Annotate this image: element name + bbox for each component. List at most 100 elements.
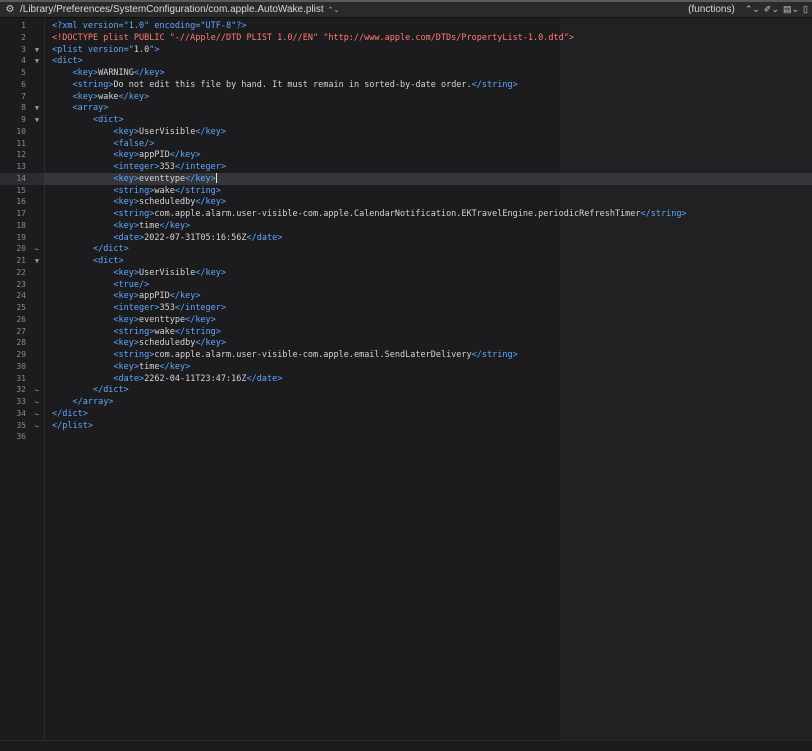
code-line[interactable]: </dict>: [52, 384, 129, 396]
code-line[interactable]: <string>wake</string>: [52, 185, 221, 197]
code-line[interactable]: <string>com.apple.alarm.user-visible-com…: [52, 208, 686, 220]
code-line[interactable]: <key>UserVisible</key>: [52, 126, 226, 138]
code-line[interactable]: </dict>: [52, 408, 88, 420]
xml-tag: </dict>: [92, 385, 129, 396]
xml-tag: <key>: [113, 314, 140, 325]
code-text: scheduledby: [139, 338, 196, 349]
code-text: time: [139, 361, 160, 372]
xml-tag: </key>: [159, 361, 191, 372]
code-line[interactable]: <dict>: [52, 255, 124, 267]
code-line[interactable]: <integer>353</integer>: [52, 161, 226, 173]
code-line[interactable]: <array>: [52, 102, 108, 114]
code-line[interactable]: <key>time</key>: [52, 220, 190, 232]
line-number-row: 4 ▼: [0, 55, 44, 67]
fold-end-icon[interactable]: ⌙: [33, 396, 41, 408]
fold-disclosure-icon[interactable]: ▼: [33, 102, 41, 114]
code-text: appPID: [139, 291, 170, 302]
line-number-row: 32 ⌙: [0, 384, 44, 396]
fold-end-icon[interactable]: ⌙: [33, 243, 41, 255]
xml-tag: ">: [149, 44, 160, 55]
fold-disclosure-icon[interactable]: ▼: [33, 55, 41, 67]
line-number-row: 30: [0, 361, 44, 373]
line-number: 10: [16, 126, 26, 136]
code-line[interactable]: <key>WARNING</key>: [52, 67, 165, 79]
code-line[interactable]: </dict>: [52, 243, 129, 255]
line-number: 1: [21, 21, 26, 30]
code-line[interactable]: <!DOCTYPE plist PUBLIC "-//Apple//DTD PL…: [52, 32, 574, 44]
code-line[interactable]: <date>2262-04-11T23:47:16Z</date>: [52, 373, 282, 385]
fold-end-icon[interactable]: ⌙: [33, 384, 41, 396]
code-line[interactable]: <string>Do not edit this file by hand. I…: [52, 79, 517, 91]
code-line[interactable]: <plist version="1.0">: [52, 44, 160, 56]
xml-tag: <key>: [72, 68, 99, 78]
line-number: 16: [16, 197, 26, 207]
code-line[interactable]: <string>wake</string>: [52, 326, 221, 338]
fold-end-icon[interactable]: ⌙: [33, 408, 41, 420]
line-number: 15: [16, 185, 26, 195]
code-line[interactable]: <key>eventtype</key>: [52, 173, 217, 185]
code-line[interactable]: <key>appPID</key>: [52, 290, 200, 302]
gear-icon[interactable]: ⚙: [4, 4, 16, 15]
line-number: 28: [16, 338, 26, 348]
code-line[interactable]: <false/>: [52, 138, 154, 150]
code-line[interactable]: <dict>: [52, 114, 124, 126]
fold-disclosure-icon[interactable]: ▼: [33, 255, 41, 267]
code-line[interactable]: <date>2022-07-31T05:16:56Z</date>: [52, 232, 282, 244]
xml-tag: <string>: [113, 209, 155, 219]
text-editor[interactable]: 1 2 3 ▼ 4 ▼ 5 6 7 8 ▼ 9 ▼ 10 11 12 13 14 15 16 17 18 19 20 ⌙ 21 ▼ 2…: [0, 18, 812, 740]
line-number-row: 12: [0, 149, 44, 161]
xml-tag: </integer>: [174, 303, 227, 313]
code-line[interactable]: <key>appPID</key>: [52, 149, 200, 161]
xml-tag: </dict>: [52, 408, 88, 419]
stepper-icon[interactable]: ⌃⌄: [745, 4, 760, 15]
line-number-row: 7: [0, 91, 44, 103]
xml-tag: </string>: [471, 350, 518, 360]
code-line[interactable]: </plist>: [52, 420, 93, 432]
page-guide: [560, 18, 812, 740]
line-number: 18: [16, 220, 26, 230]
document-icon[interactable]: ▯: [803, 4, 808, 15]
pin-icon[interactable]: ✐⌄: [764, 4, 779, 15]
xml-tag: <dict>: [52, 56, 83, 67]
fold-disclosure-icon[interactable]: ▼: [33, 44, 41, 56]
code-line[interactable]: </array>: [52, 396, 113, 408]
line-number-row: 6: [0, 79, 44, 91]
xml-tag: </key>: [133, 68, 165, 78]
stepper-icon[interactable]: ⌃⌄: [328, 6, 340, 14]
code-line[interactable]: <?xml version="1.0" encoding="UTF-8"?>: [52, 20, 246, 32]
code-line[interactable]: <integer>353</integer>: [52, 302, 226, 314]
code-line[interactable]: <key>eventtype</key>: [52, 314, 215, 326]
code-line[interactable]: <key>time</key>: [52, 361, 190, 373]
code-text: wake: [154, 185, 175, 196]
fold-disclosure-icon[interactable]: ▼: [33, 114, 41, 126]
code-line[interactable]: <dict>: [52, 55, 83, 67]
file-path-menu[interactable]: /Library/Preferences/SystemConfiguration…: [20, 4, 324, 15]
code-text: UserVisible: [139, 267, 196, 278]
line-number: 12: [16, 150, 26, 160]
status-bar: [0, 740, 812, 751]
code-line[interactable]: <key>scheduledby</key>: [52, 337, 226, 349]
code-line[interactable]: <true/>: [52, 279, 149, 291]
line-number-row: 16: [0, 196, 44, 208]
line-number: 24: [16, 291, 26, 301]
line-number-row: 3 ▼: [0, 44, 44, 56]
code-line[interactable]: <key>wake</key>: [52, 91, 149, 103]
code-line[interactable]: <string>com.apple.alarm.user-visible-com…: [52, 349, 518, 361]
fold-end-icon[interactable]: ⌙: [33, 420, 41, 432]
xml-tag: </string>: [174, 326, 221, 337]
xml-tag: <key>: [113, 173, 140, 184]
code-line[interactable]: <key>scheduledby</key>: [52, 196, 226, 208]
bookmark-icon[interactable]: ▤⌄: [783, 4, 799, 15]
xml-tag: </array>: [72, 397, 114, 407]
functions-menu[interactable]: (functions): [688, 4, 735, 15]
code-line[interactable]: <key>UserVisible</key>: [52, 267, 226, 279]
